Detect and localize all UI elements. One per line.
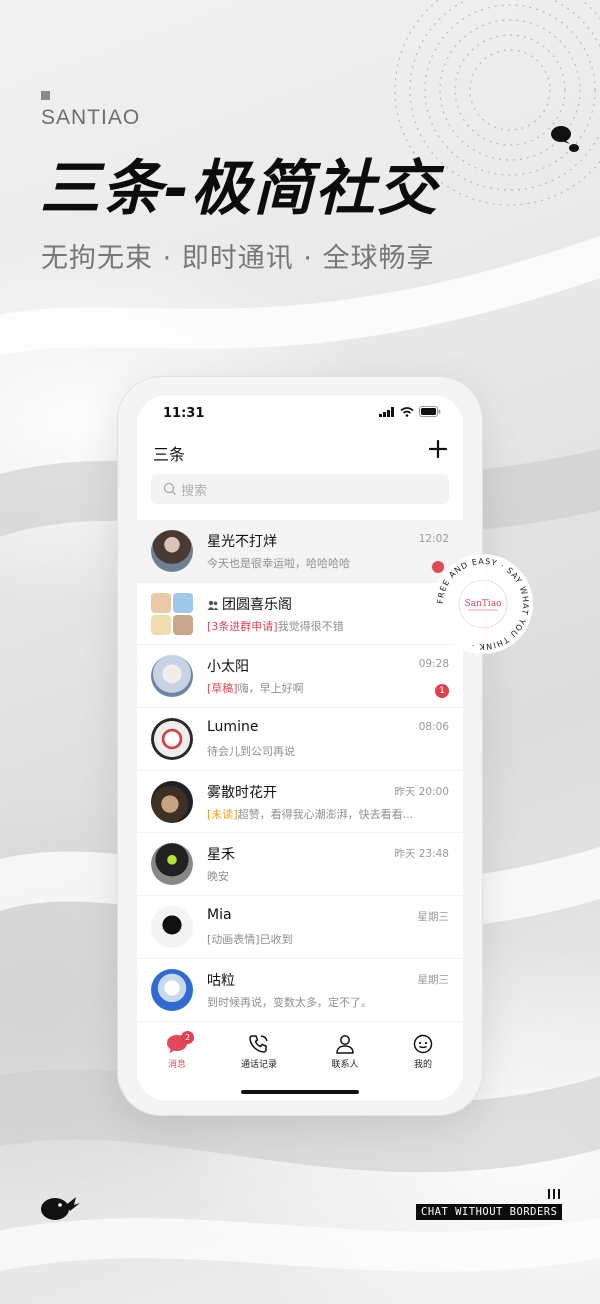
search-icon [163,482,176,495]
signal-icon [379,406,394,417]
sticker-center-text: SanTiao [465,599,502,609]
chat-time: 星期三 [417,911,450,924]
chat-name: 星禾 [207,847,235,864]
chat-row[interactable]: Lumine 08:06 待会儿到公司再说 [137,708,463,771]
chat-preview: 今天也是很幸运啦，哈哈哈哈 [207,557,350,570]
tab-label: 我的 [413,1060,432,1070]
chat-preview: [未读]超赞，看得我心潮澎湃，快去看看... [207,806,413,822]
chat-name: 小太阳 [207,659,249,676]
santiao-sticker: FREE AND EASY · SAY WHAT YOU THINK · San… [432,554,533,657]
avatar [151,843,193,886]
tab-label: 通话记录 [240,1060,277,1070]
status-icons [379,406,441,417]
search-placeholder: 搜索 [181,483,208,499]
wifi-icon [400,406,414,417]
chat-preview: 待会儿到公司再说 [207,745,295,759]
chat-row[interactable]: 星光不打烊 12:02 今天也是很幸运啦，哈哈哈哈 [137,520,463,583]
chat-preview: [草稿]嗨，早上好啊 [207,680,304,696]
chat-time: 09:28 [418,658,449,671]
profile-icon [413,1034,433,1054]
chat-preview: 到时候再说，变数太多，定不了。 [207,995,372,1009]
chat-time: 昨天 20:00 [394,785,449,798]
chat-row[interactable]: 团圆喜乐阁 1 [3条进群申请]我觉得很不错 [137,583,463,646]
avatar [151,530,193,572]
chat-bubbles-icon [551,126,579,152]
phone-icon [249,1035,268,1053]
unread-tag: [未读] [207,807,238,821]
battery-icon [419,406,441,417]
app-header: 三条 [137,436,463,470]
add-icon[interactable] [427,438,449,460]
join-request-tag: [3条进群申请] [207,619,278,633]
avatar [151,906,193,949]
brand-mark [41,91,50,100]
chat-name: 团圆喜乐阁 [207,594,292,614]
chat-row[interactable]: Mia 星期三 [动画表情]已收到 [137,896,463,959]
avatar [151,718,193,761]
contacts-icon [336,1035,354,1054]
status-bar: 11:31 [137,396,463,432]
chat-name: 咕粒 [207,972,235,989]
search-input[interactable]: 搜索 [151,474,449,504]
chat-preview: 晚安 [207,870,229,884]
chat-time: 昨天 23:48 [394,848,449,861]
chat-row[interactable]: 星禾 昨天 23:48 晚安 [137,833,463,897]
brand-wordmark: SANTIAO [41,106,141,129]
poster-subhead: 无拘无束 · 即时通讯 · 全球畅享 [41,243,435,274]
tab-label: 消息 [167,1060,186,1070]
tab-profile[interactable]: 我的 [393,1034,453,1070]
chat-preview: [动画表情]已收到 [207,933,293,947]
chat-list: 星光不打烊 12:02 今天也是很幸运啦，哈哈哈哈 团圆喜乐阁 1 [3条进群申… [137,520,463,1022]
home-indicator [241,1090,359,1094]
chat-preview-text: 我觉得很不错 [277,619,344,633]
app-title: 三条 [153,445,186,464]
chat-preview: [3条进群申请]我觉得很不错 [207,618,344,634]
chat-preview-text: 超赞，看得我心潮澎湃，快去看看... [237,807,414,821]
tab-contacts[interactable]: 联系人 [315,1034,375,1070]
group-avatar [151,592,193,635]
unread-badge: 1 [435,684,449,699]
tab-messages[interactable]: 2 消息 [147,1031,207,1070]
tab-call-history[interactable]: 通话记录 [229,1034,289,1070]
chat-row[interactable]: 咕粒 星期三 到时候再说，变数太多，定不了。 [137,959,463,1022]
triple-bars-icon [548,1189,560,1199]
footer-tagline: CHAT WITHOUT BORDERS [416,1204,563,1220]
phone-screen: 11:31 三条 搜索 星光不打烊 12:02 今天也是很幸运啦，哈哈哈哈 团圆… [137,396,463,1100]
chat-name-text: 团圆喜乐阁 [222,596,292,613]
group-icon [207,600,219,610]
chat-name: Lumine [207,719,259,736]
chat-time: 08:06 [418,721,449,734]
santiao-logo [41,1197,80,1220]
chat-name: Mia [207,907,232,924]
tab-label: 联系人 [331,1060,359,1070]
chat-preview-text: 嗨，早上好啊 [237,682,304,696]
chat-name: 雾散时花开 [207,784,277,801]
draft-tag: [草稿] [207,682,238,696]
chat-row[interactable]: 雾散时花开 昨天 20:00 [未读]超赞，看得我心潮澎湃，快去看看... [137,771,463,834]
chat-time: 12:02 [418,533,449,545]
tab-badge: 2 [181,1031,194,1044]
avatar [151,968,193,1011]
avatar [151,780,193,823]
avatar [151,655,193,698]
tab-bar: 2 消息 通话记录 联系人 我的 [137,1024,463,1100]
chat-row[interactable]: 小太阳 09:28 [草稿]嗨，早上好啊 1 [137,645,463,709]
poster-headline: 三条-极简社交 [40,154,439,224]
chat-time: 星期三 [417,973,450,986]
status-time: 11:31 [163,406,205,421]
chat-name: 星光不打烊 [207,534,277,550]
